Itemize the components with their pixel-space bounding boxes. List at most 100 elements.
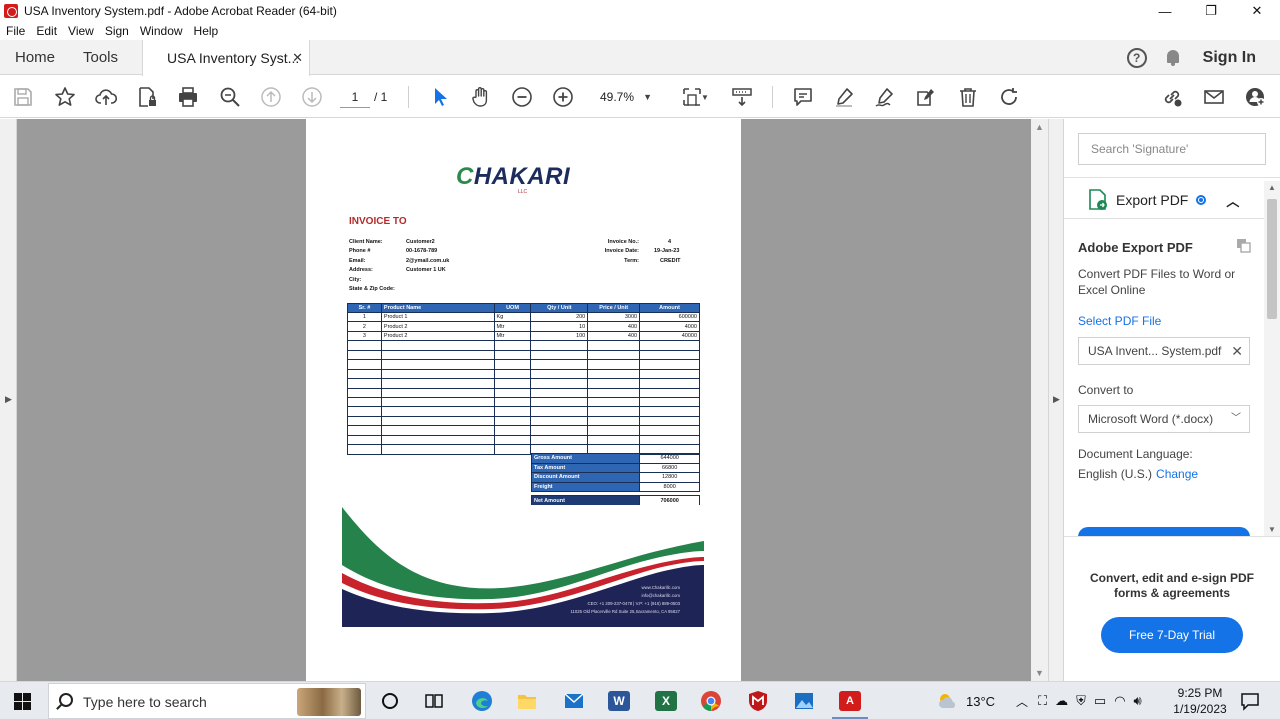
menu-view[interactable]: View [68, 24, 94, 38]
client-label: Address: [349, 267, 373, 274]
copy-icon[interactable] [1236, 238, 1252, 254]
tab-tools[interactable]: Tools [83, 40, 118, 75]
table-cell [380, 396, 495, 408]
chevron-up-icon[interactable]: ︿ [1226, 191, 1239, 210]
edge-browser-icon[interactable] [470, 689, 494, 713]
weather-widget[interactable]: 13°C [936, 682, 995, 719]
table-cell [587, 406, 641, 417]
mail-icon[interactable] [562, 689, 586, 713]
people-icon[interactable]: ⛶ [1038, 693, 1047, 709]
protect-file-icon[interactable] [135, 85, 159, 109]
bell-icon[interactable] [1165, 49, 1181, 67]
taskbar-search[interactable]: Type here to search [48, 683, 366, 719]
right-pane-toggle[interactable]: ▶ [1048, 119, 1064, 681]
excel-icon[interactable]: X [654, 689, 678, 713]
tab-document[interactable]: USA Inventory Syst... ✕ [142, 40, 310, 76]
document-scrollbar[interactable]: ▲ ▼ [1031, 119, 1048, 681]
table-cell [347, 349, 382, 361]
left-pane-toggle[interactable]: ▶ [0, 119, 17, 681]
previous-page-icon[interactable] [259, 85, 283, 109]
trash-icon[interactable] [956, 85, 980, 109]
chevron-up-icon[interactable]: ︿ [1016, 693, 1028, 710]
table-cell: Product 2 [380, 321, 495, 332]
scroll-down-icon[interactable]: ▼ [1268, 525, 1276, 534]
menu-window[interactable]: Window [140, 24, 183, 38]
cortana-icon[interactable] [378, 689, 402, 713]
help-icon[interactable]: ? [1126, 47, 1147, 68]
next-page-icon[interactable] [300, 85, 324, 109]
taskbar-clock[interactable]: 9:25 PM 1/19/2023 [1172, 685, 1228, 717]
column-header: UOM [493, 303, 532, 313]
highlight-pen-icon[interactable] [832, 85, 856, 109]
task-view-icon[interactable] [422, 689, 446, 713]
company-logo: CHAKARI [456, 163, 570, 191]
scroll-mode-icon[interactable] [730, 85, 754, 109]
mcafee-icon[interactable] [746, 689, 770, 713]
pane-scrollbar[interactable]: ▲ ▼ [1264, 181, 1280, 536]
change-language-link[interactable]: Change [1156, 467, 1198, 481]
security-icon[interactable]: ⛨ [1076, 693, 1086, 709]
rotate-icon[interactable] [997, 85, 1021, 109]
hand-tool-icon[interactable] [469, 85, 493, 109]
save-icon[interactable] [11, 85, 35, 109]
close-window-button[interactable]: ✕ [1234, 0, 1280, 22]
acrobat-reader-icon[interactable]: A [838, 689, 862, 713]
scroll-up-icon[interactable]: ▲ [1035, 122, 1044, 132]
zoom-in-icon[interactable] [551, 85, 575, 109]
select-pdf-file-link[interactable]: Select PDF File [1078, 314, 1161, 328]
word-icon[interactable]: W [607, 689, 631, 713]
onedrive-icon[interactable]: ☁ [1055, 693, 1068, 709]
table-cell [530, 368, 589, 380]
chevron-right-icon[interactable]: ▶ [1053, 394, 1060, 405]
windows-start-icon[interactable] [14, 693, 31, 710]
zoom-search-icon[interactable] [218, 85, 242, 109]
email-icon[interactable] [1202, 85, 1226, 109]
add-user-icon[interactable] [1243, 85, 1267, 109]
table-cell [493, 415, 532, 427]
share-link-icon[interactable] [1160, 85, 1184, 109]
scroll-thumb[interactable] [1267, 199, 1277, 319]
selected-file-field[interactable]: USA Invent... System.pdf ✕ [1078, 337, 1250, 365]
edit-document-icon[interactable] [914, 85, 938, 109]
items-header-row: Sr. # Product Name UOM Qty / Unit Price … [347, 303, 700, 313]
notifications-icon[interactable] [1238, 689, 1262, 713]
minimize-button[interactable]: — [1142, 0, 1188, 22]
zoom-out-icon[interactable] [510, 85, 534, 109]
page-fit-caret-icon[interactable]: ▼ [700, 85, 710, 109]
remove-file-icon[interactable]: ✕ [1231, 338, 1243, 364]
table-cell [639, 396, 700, 408]
table-cell [347, 406, 382, 417]
scroll-down-icon[interactable]: ▼ [1035, 668, 1044, 678]
zoom-level-select[interactable]: 49.7% ▼ [592, 86, 658, 108]
close-tab-icon[interactable]: ✕ [292, 50, 303, 66]
select-cursor-icon[interactable] [428, 85, 452, 109]
menu-edit[interactable]: Edit [36, 24, 57, 38]
menu-help[interactable]: Help [194, 24, 219, 38]
photos-icon[interactable] [792, 689, 816, 713]
sign-pen-icon[interactable] [873, 85, 897, 109]
star-icon[interactable] [53, 85, 77, 109]
maximize-button[interactable]: ❐ [1188, 0, 1234, 22]
menu-sign[interactable]: Sign [105, 24, 129, 38]
scroll-up-icon[interactable]: ▲ [1268, 183, 1276, 192]
battery-icon[interactable]: ▭ [1094, 693, 1106, 709]
print-icon[interactable] [176, 85, 200, 109]
chevron-right-icon[interactable]: ▶ [5, 394, 12, 405]
column-header: Amount [639, 303, 700, 313]
export-pdf-header[interactable]: Export PDF ︿ [1088, 187, 1239, 213]
search-signature-input[interactable]: Search 'Signature' [1078, 133, 1266, 165]
volume-icon[interactable]: 🔊︎ [1134, 693, 1142, 709]
comment-icon[interactable] [791, 85, 815, 109]
pdf-page[interactable]: CHAKARI LLC INVOICE TO Client Name: Phon… [306, 119, 741, 681]
upload-cloud-icon[interactable] [94, 85, 118, 109]
table-cell [530, 425, 589, 436]
wifi-icon[interactable]: ◠ [1114, 693, 1125, 709]
sign-in-button[interactable]: Sign In [1203, 49, 1256, 67]
chrome-icon[interactable] [699, 689, 723, 713]
free-trial-button[interactable]: Free 7-Day Trial [1101, 617, 1243, 653]
page-number-input[interactable]: 1 [340, 86, 370, 108]
tab-home[interactable]: Home [15, 40, 55, 75]
file-explorer-icon[interactable] [515, 689, 539, 713]
convert-format-select[interactable]: Microsoft Word (*.docx) ﹀ [1078, 405, 1250, 433]
menu-file[interactable]: File [6, 24, 25, 38]
